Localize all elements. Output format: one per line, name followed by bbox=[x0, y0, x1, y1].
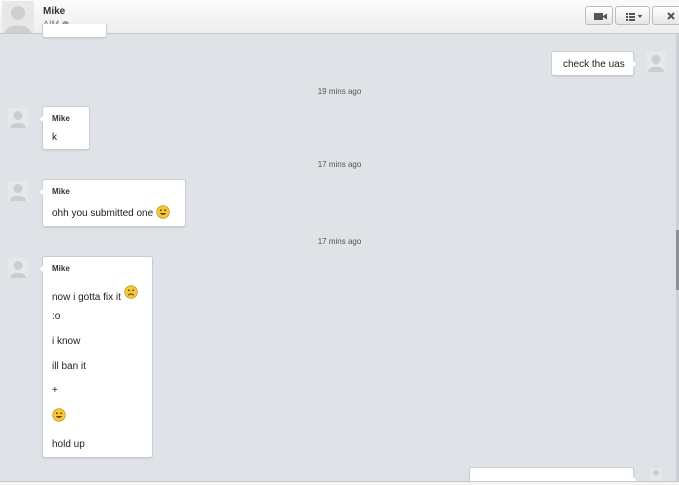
timestamp: 17 mins ago bbox=[317, 237, 362, 246]
previous-message-bubble bbox=[42, 24, 107, 38]
video-call-button[interactable] bbox=[585, 6, 613, 25]
smile-emoji-icon bbox=[52, 408, 66, 422]
mike-avatar-icon bbox=[8, 108, 28, 128]
timestamp: 17 mins ago bbox=[317, 160, 362, 169]
message-line: now i gotta fix it bbox=[52, 285, 138, 303]
mike-avatar-icon bbox=[8, 181, 28, 201]
close-button[interactable] bbox=[652, 6, 679, 25]
message-input-bar[interactable] bbox=[0, 481, 679, 485]
outgoing-message-bubble-partial bbox=[469, 467, 638, 484]
timestamp: 19 mins ago bbox=[317, 87, 362, 96]
sender-name: Mike bbox=[52, 114, 70, 123]
message-text: ohh you submitted one bbox=[52, 208, 154, 219]
message-text: check the uas bbox=[563, 59, 625, 70]
message-text: :o bbox=[52, 311, 61, 322]
message-text: hold up bbox=[52, 439, 85, 450]
message-text: k bbox=[52, 132, 57, 143]
incoming-message-bubble: Mike k bbox=[38, 106, 90, 150]
options-menu-button[interactable] bbox=[615, 6, 650, 25]
message-text: i know bbox=[52, 336, 81, 347]
message-text: + bbox=[52, 385, 58, 396]
my-avatar-icon bbox=[646, 52, 666, 72]
sender-name: Mike bbox=[52, 187, 70, 196]
sad-emoji-icon bbox=[124, 285, 138, 299]
message-text: now i gotta fix it bbox=[52, 292, 121, 303]
mike-avatar-icon bbox=[8, 258, 28, 278]
my-avatar-icon bbox=[649, 468, 663, 481]
close-icon bbox=[667, 12, 675, 20]
smile-emoji-icon bbox=[156, 205, 170, 219]
message-text: ill ban it bbox=[52, 361, 86, 372]
sender-name: Mike bbox=[52, 264, 70, 273]
list-menu-icon bbox=[626, 13, 643, 21]
contact-name: Mike bbox=[43, 6, 66, 17]
incoming-message-bubble: Mike ohh you submitted one bbox=[38, 179, 186, 227]
message-line: ohh you submitted one bbox=[52, 205, 170, 219]
incoming-message-bubble: Mike now i gotta fix it :o i know ill ba… bbox=[38, 256, 153, 458]
video-camera-icon bbox=[594, 13, 607, 20]
contact-avatar-icon[interactable] bbox=[2, 1, 34, 33]
outgoing-message-bubble: check the uas bbox=[551, 51, 638, 76]
